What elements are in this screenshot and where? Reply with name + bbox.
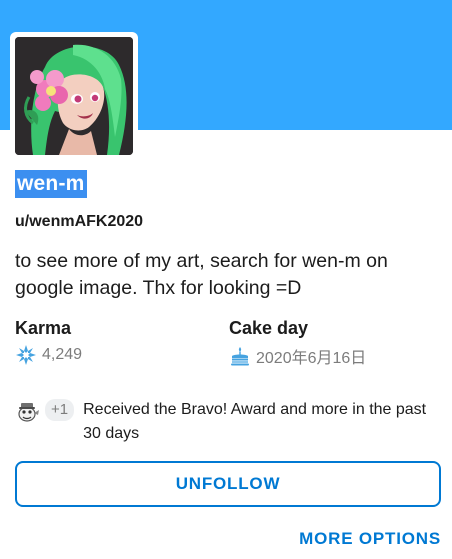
cake-day-value-row: 2020年6月16日 [229,344,366,368]
karma-star-icon [15,344,37,366]
profile-bio: to see more of my art, search for wen-m … [15,250,388,299]
cake-day-stat: Cake day 2020年6月16日 [229,316,366,368]
cake-icon [229,345,251,367]
awards-summary[interactable]: +1 Received the Bravo! Award and more in… [15,398,445,446]
avatar[interactable] [15,37,133,155]
display-name: wen-m [15,170,87,198]
bravo-award-icon [15,398,41,424]
karma-label: Karma [15,318,72,338]
avatar-illustration [15,37,133,155]
karma-stat: Karma 4,249 [15,316,82,366]
username: u/wenmAFK2020 [15,213,144,230]
avatar-frame[interactable] [10,32,138,160]
unfollow-button[interactable]: UNFOLLOW [15,461,441,507]
cake-day-value: 2020年6月16日 [256,350,367,367]
award-count-badge: +1 [45,399,75,421]
more-options-button[interactable]: MORE OPTIONS [299,529,441,549]
cake-day-label: Cake day [229,318,309,338]
karma-value-row: 4,249 [15,344,82,366]
karma-value: 4,249 [42,346,83,363]
profile-card: wen-m u/wenmAFK2020 to see more of my ar… [0,0,452,559]
awards-description: Received the Bravo! Award and more in th… [83,401,427,442]
